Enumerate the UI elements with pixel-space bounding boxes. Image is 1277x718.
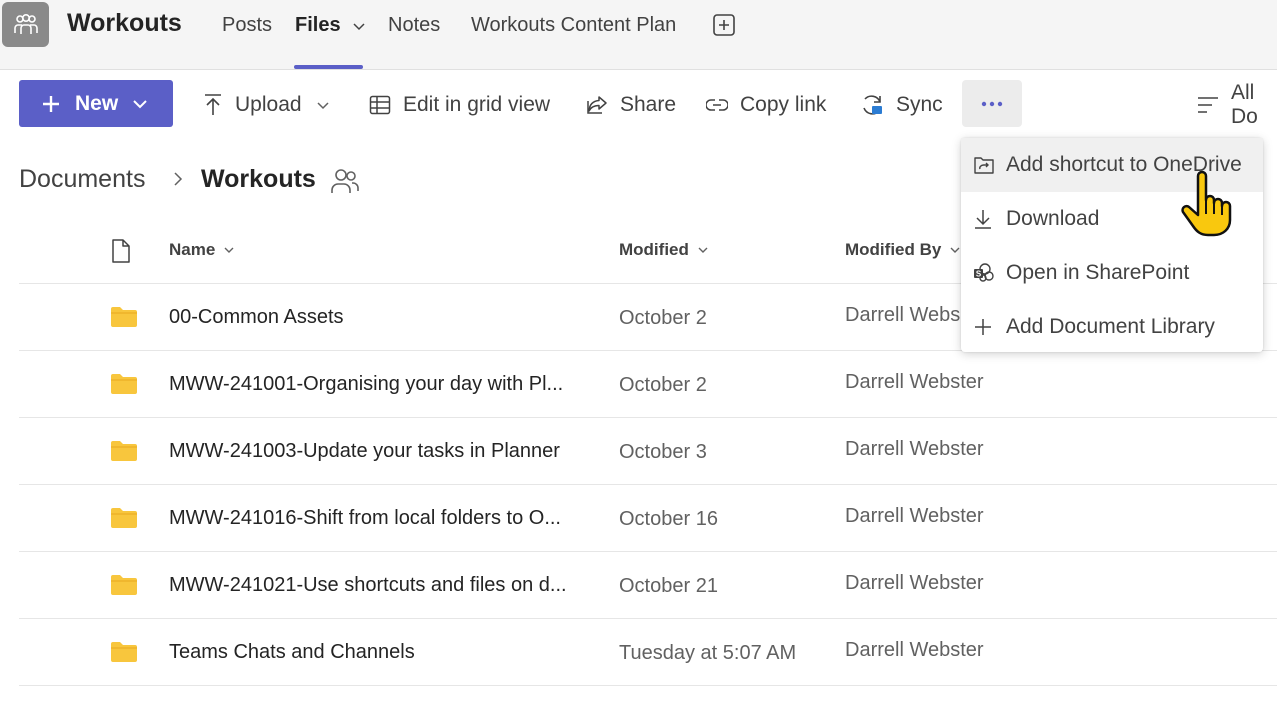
upload-label: Upload	[235, 93, 302, 116]
chevron-down-icon	[950, 247, 960, 253]
table-row[interactable]: MWW-241016-Shift from local folders to O…	[19, 485, 1277, 552]
chevron-down-icon	[133, 99, 147, 108]
share-label: Share	[620, 93, 677, 116]
modified-by: Darrell Webster	[845, 572, 984, 594]
hand-cursor-icon	[1181, 170, 1232, 237]
column-header-modified[interactable]: Modified	[619, 240, 709, 260]
table-row[interactable]: Teams Chats and Channels Tuesday at 5:07…	[19, 619, 1277, 686]
active-tab-indicator	[294, 65, 363, 69]
chevron-down-icon	[317, 102, 329, 110]
modified-date: October 2	[619, 374, 707, 396]
plus-icon	[975, 319, 991, 335]
tab-files-label: Files	[295, 14, 341, 36]
file-name[interactable]: MWW-241016-Shift from local folders to O…	[169, 507, 561, 530]
menu-item-label: Add Document Library	[1006, 315, 1215, 338]
team-name: Workouts	[67, 9, 182, 37]
sync-label: Sync	[896, 93, 943, 116]
tab-workouts-content-plan[interactable]: Workouts Content Plan	[471, 14, 676, 37]
menu-item-label: Open in SharePoint	[1006, 261, 1190, 284]
column-name-label: Name	[169, 240, 216, 259]
command-bar: New Upload Edit in grid view Share Copy …	[0, 70, 1277, 140]
modified-by: Darrell Webster	[845, 505, 984, 527]
link-icon	[706, 99, 728, 111]
column-header-modified-by[interactable]: Modified By	[845, 240, 961, 260]
more-actions-button[interactable]	[962, 80, 1022, 127]
sync-icon	[863, 95, 882, 115]
file-name[interactable]: 00-Common Assets	[169, 306, 344, 329]
edit-grid-view-label: Edit in grid view	[403, 93, 551, 116]
folder-icon	[111, 307, 137, 327]
folder-icon	[111, 441, 137, 461]
file-name[interactable]: Teams Chats and Channels	[169, 641, 415, 664]
modified-by: Darrell Webster	[845, 371, 984, 393]
new-button[interactable]: New	[19, 80, 173, 127]
sync-button[interactable]: Sync	[860, 92, 943, 118]
upload-icon	[205, 94, 221, 115]
team-avatar[interactable]	[2, 2, 49, 47]
modified-by: Darrell Webster	[845, 438, 984, 460]
team-header: Workouts Posts Files Notes Workouts Cont…	[0, 0, 1277, 70]
table-row[interactable]: MWW-241003-Update your tasks in Planner …	[19, 418, 1277, 485]
folder-icon	[111, 374, 137, 394]
row-divider	[19, 685, 1277, 686]
new-button-label: New	[75, 91, 119, 115]
chevron-down-icon	[353, 23, 365, 30]
team-icon	[13, 13, 38, 34]
more-icon	[981, 101, 1003, 106]
tab-files[interactable]: Files	[295, 14, 366, 37]
copy-link-button[interactable]: Copy link	[706, 92, 826, 118]
shortcut-icon	[974, 157, 994, 174]
menu-item-add-document-library[interactable]: Add Document Library	[961, 300, 1263, 354]
file-name[interactable]: MWW-241003-Update your tasks in Planner	[169, 440, 560, 463]
modified-by: Darrell Webs	[845, 304, 961, 326]
breadcrumb-workouts: Workouts	[201, 165, 316, 193]
table-row[interactable]: MWW-241001-Organising your day with Pl..…	[19, 351, 1277, 418]
edit-grid-view-button[interactable]: Edit in grid view	[369, 92, 550, 118]
table-row[interactable]: MWW-241021-Use shortcuts and files on d.…	[19, 552, 1277, 619]
view-switcher-label: All Do	[1231, 81, 1258, 128]
view-options-icon	[1198, 97, 1218, 113]
modified-date: October 3	[619, 441, 707, 463]
plus-icon	[43, 95, 59, 112]
column-modified-by-label: Modified By	[845, 240, 942, 259]
modified-by: Darrell Webster	[845, 639, 984, 661]
download-icon	[975, 210, 991, 229]
modified-date: Tuesday at 5:07 AM	[619, 642, 797, 664]
folder-icon	[111, 642, 137, 662]
tab-posts[interactable]: Posts	[222, 14, 272, 37]
breadcrumb-documents[interactable]: Documents	[19, 165, 145, 194]
folder-icon	[111, 508, 137, 528]
menu-item-label: Download	[1006, 207, 1100, 230]
file-name[interactable]: MWW-241001-Organising your day with Pl..…	[169, 373, 563, 396]
chevron-down-icon	[224, 247, 234, 253]
tab-notes[interactable]: Notes	[388, 14, 440, 37]
grid-icon	[369, 95, 391, 115]
modified-date: October 2	[619, 307, 707, 329]
chevron-down-icon	[698, 247, 708, 253]
share-icon	[587, 96, 607, 114]
folder-icon	[111, 575, 137, 595]
menu-item-open-sharepoint[interactable]: S Open in SharePoint	[961, 246, 1263, 300]
add-tab-icon[interactable]	[712, 13, 736, 37]
file-type-icon	[112, 239, 130, 263]
upload-button[interactable]: Upload	[203, 92, 330, 118]
modified-date: October 16	[619, 508, 718, 530]
modified-date: October 21	[619, 575, 718, 597]
column-modified-label: Modified	[619, 240, 689, 259]
column-header-name[interactable]: Name	[169, 240, 235, 260]
people-icon[interactable]	[330, 167, 360, 197]
share-button[interactable]: Share	[586, 92, 676, 118]
copy-link-label: Copy link	[740, 93, 827, 116]
sharepoint-icon: S	[974, 263, 994, 282]
file-name[interactable]: MWW-241021-Use shortcuts and files on d.…	[169, 574, 567, 597]
view-switcher-button[interactable]: All Do	[1197, 81, 1277, 128]
svg-text:S: S	[976, 270, 982, 279]
chevron-right-icon	[174, 172, 183, 186]
